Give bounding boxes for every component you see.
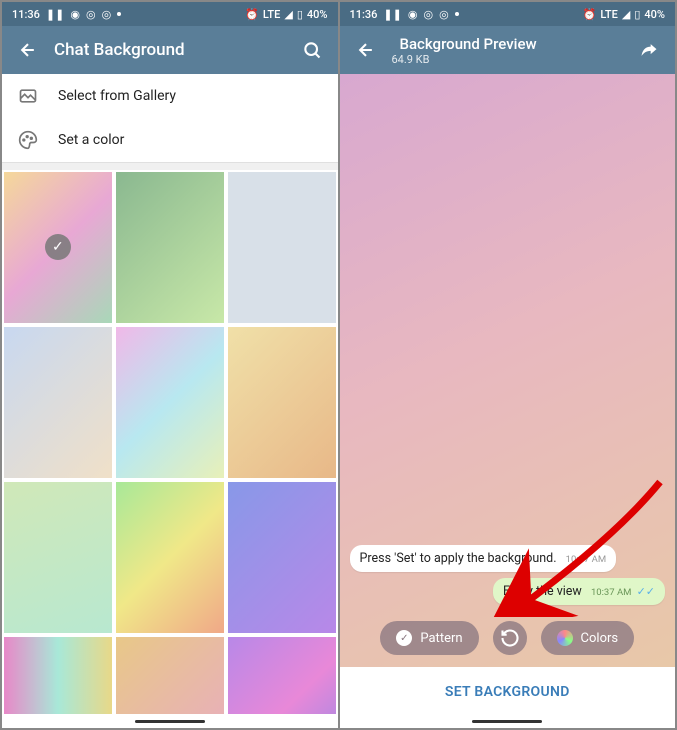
left-phone: 11:36 ❚❚ ◉ ◎ ◎ ⏰ LTE ◢ ▯ 40% Chat Backgr… bbox=[2, 2, 338, 728]
nav-indicator[interactable] bbox=[2, 714, 338, 728]
app1-icon: ◉ bbox=[70, 8, 80, 21]
wallpaper-tile[interactable] bbox=[116, 172, 224, 323]
wallpaper-tile[interactable] bbox=[228, 172, 336, 323]
battery-icon: ▯ bbox=[297, 8, 303, 21]
page-title: Background Preview bbox=[400, 35, 537, 53]
alarm-icon: ⏰ bbox=[245, 8, 259, 21]
battery-level: 40% bbox=[307, 8, 328, 21]
network-label: LTE bbox=[263, 8, 281, 21]
arrow-left-icon bbox=[356, 40, 376, 60]
page-title: Chat Background bbox=[54, 40, 185, 60]
message-out: Enjoy the view 10:37 AM ✓✓ bbox=[493, 578, 665, 605]
pattern-label: Pattern bbox=[420, 631, 462, 646]
status-time: 11:36 bbox=[350, 8, 378, 21]
search-button[interactable] bbox=[294, 32, 330, 68]
rotate-button[interactable] bbox=[493, 621, 527, 655]
set-a-color[interactable]: Set a color bbox=[2, 118, 338, 162]
search-icon bbox=[302, 40, 322, 60]
status-time: 11:36 bbox=[12, 8, 40, 21]
wallpaper-tile[interactable] bbox=[228, 482, 336, 633]
arrow-left-icon bbox=[18, 40, 38, 60]
pattern-button[interactable]: ✓ Pattern bbox=[380, 621, 478, 655]
nav-indicator[interactable] bbox=[340, 714, 676, 728]
wallpaper-tile[interactable] bbox=[4, 482, 112, 633]
app2-icon: ◎ bbox=[86, 8, 96, 21]
status-bar: 11:36 ❚❚ ◉ ◎ ◎ ⏰ LTE ◢ ▯ 40% bbox=[340, 2, 676, 26]
share-icon bbox=[639, 40, 659, 60]
app3-icon: ◎ bbox=[439, 8, 449, 21]
message-in: Press 'Set' to apply the background. 10:… bbox=[350, 545, 617, 572]
section-divider bbox=[2, 162, 338, 170]
set-color-label: Set a color bbox=[58, 132, 124, 148]
app-bar: Background Preview 64.9 KB bbox=[340, 26, 676, 74]
dot-icon bbox=[455, 12, 459, 16]
battery-icon: ▯ bbox=[634, 8, 640, 21]
app-bar: Chat Background bbox=[2, 26, 338, 74]
back-button[interactable] bbox=[10, 32, 46, 68]
page-subtitle: 64.9 KB bbox=[392, 53, 537, 66]
wallpaper-tile[interactable] bbox=[116, 637, 224, 714]
alarm-icon: ⏰ bbox=[583, 8, 597, 21]
color-wheel-icon bbox=[557, 630, 573, 646]
app3-icon: ◎ bbox=[102, 8, 112, 21]
options-list: Select from Gallery Set a color bbox=[2, 74, 338, 162]
signal-icon: ◢ bbox=[284, 8, 292, 21]
set-background-button[interactable]: SET BACKGROUND bbox=[445, 684, 570, 700]
wallpaper-tile[interactable] bbox=[116, 327, 224, 478]
network-label: LTE bbox=[600, 8, 618, 21]
message-text: Enjoy the view bbox=[503, 584, 582, 599]
gallery-icon bbox=[18, 86, 38, 106]
wallpaper-tile[interactable] bbox=[4, 172, 112, 323]
wallpaper-tile[interactable] bbox=[4, 327, 112, 478]
wallpaper-tile[interactable] bbox=[228, 327, 336, 478]
wallpaper-grid bbox=[2, 170, 338, 714]
message-time: 10:37 AM bbox=[566, 554, 607, 565]
wallpaper-tile[interactable] bbox=[4, 637, 112, 714]
read-ticks-icon: ✓✓ bbox=[637, 585, 655, 598]
message-time: 10:37 AM bbox=[591, 587, 632, 598]
app2-icon: ◎ bbox=[423, 8, 433, 21]
wallpaper-tile[interactable] bbox=[116, 482, 224, 633]
app1-icon: ◉ bbox=[408, 8, 418, 21]
battery-level: 40% bbox=[644, 8, 665, 21]
pause-icon: ❚❚ bbox=[383, 8, 401, 21]
pause-icon: ❚❚ bbox=[46, 8, 64, 21]
background-preview: Press 'Set' to apply the background. 10:… bbox=[340, 74, 676, 667]
share-button[interactable] bbox=[631, 32, 667, 68]
check-icon: ✓ bbox=[396, 630, 412, 646]
gallery-label: Select from Gallery bbox=[58, 88, 176, 104]
colors-button[interactable]: Colors bbox=[541, 621, 635, 655]
palette-icon bbox=[18, 130, 38, 150]
wallpaper-tile[interactable] bbox=[228, 637, 336, 714]
set-background-bar: SET BACKGROUND bbox=[340, 667, 676, 714]
select-from-gallery[interactable]: Select from Gallery bbox=[2, 74, 338, 118]
message-text: Press 'Set' to apply the background. bbox=[360, 551, 557, 566]
right-phone: 11:36 ❚❚ ◉ ◎ ◎ ⏰ LTE ◢ ▯ 40% Background … bbox=[340, 2, 676, 728]
preview-controls: ✓ Pattern Colors bbox=[350, 621, 666, 655]
signal-icon: ◢ bbox=[622, 8, 630, 21]
rotate-icon bbox=[500, 628, 520, 648]
colors-label: Colors bbox=[581, 631, 619, 646]
status-bar: 11:36 ❚❚ ◉ ◎ ◎ ⏰ LTE ◢ ▯ 40% bbox=[2, 2, 338, 26]
dot-icon bbox=[117, 12, 121, 16]
back-button[interactable] bbox=[348, 32, 384, 68]
